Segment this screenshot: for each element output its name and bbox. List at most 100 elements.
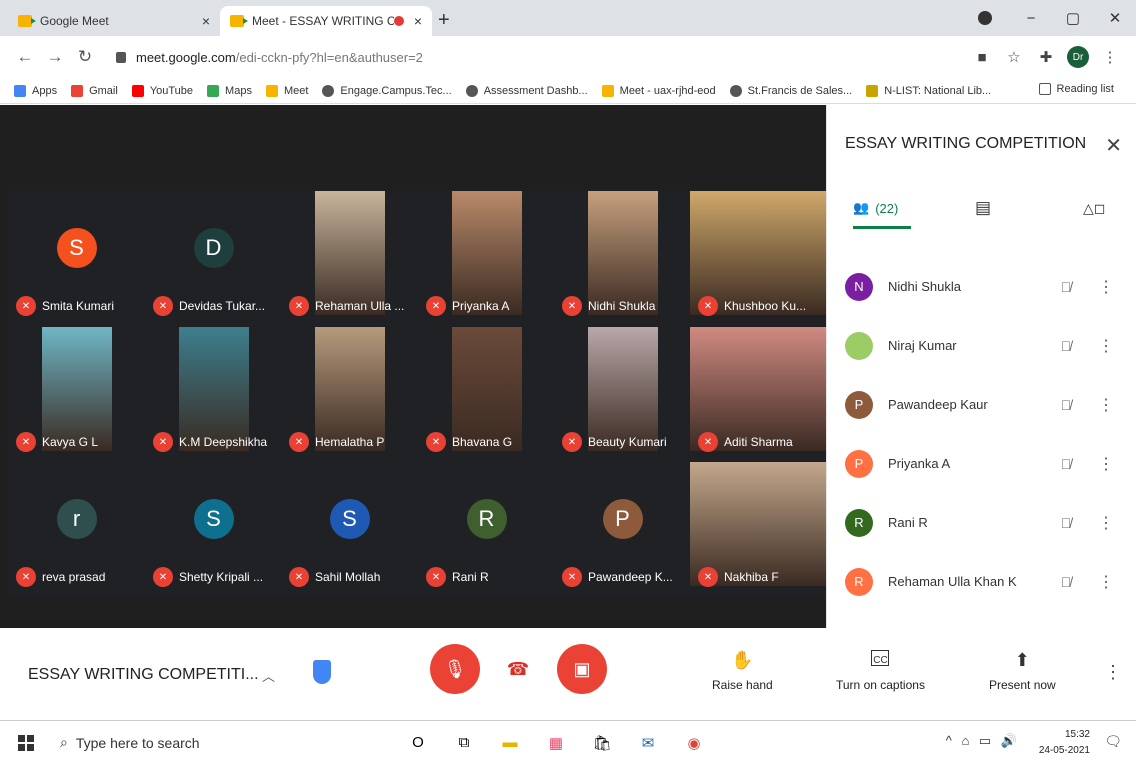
camera-permission-icon[interactable]: ■ [966, 49, 998, 66]
window-controls: − ▢ ✕ [978, 0, 1136, 36]
participant-name: Pawandeep K... [588, 570, 673, 584]
taskbar-clock[interactable]: 15:32 24-05-2021 [1039, 727, 1090, 759]
participant-avatar: P [845, 390, 873, 419]
mic-muted-icon: ✕ [16, 296, 36, 316]
raise-hand-button[interactable]: ✋ Raise hand [712, 650, 773, 692]
participant-name-label: ✕ K.M Deepshikha [153, 432, 267, 452]
bookmark-assessment[interactable]: Assessment Dashb... [465, 84, 588, 97]
participant-tile[interactable]: S ✕ Sahil Mollah [281, 462, 418, 597]
participant-more-icon[interactable]: ⋮ [1086, 513, 1126, 533]
paint-app-icon[interactable]: ▦ [538, 731, 574, 755]
participant-row[interactable]: R Rehaman Ulla Khan K 🎙̸ ⋮ [827, 552, 1136, 611]
present-now-button[interactable]: ⬆ Present now [989, 650, 1056, 692]
participant-row[interactable]: P Priyanka A 🎙̸ ⋮ [827, 434, 1136, 493]
browser-menu-icon[interactable]: ⋮ [1094, 48, 1126, 66]
captions-button[interactable]: CC Turn on captions [836, 650, 925, 692]
profile-avatar-button[interactable]: Dr [1062, 46, 1094, 68]
participant-name: reva prasad [42, 570, 106, 584]
more-options-icon[interactable]: ⋮ [1104, 662, 1122, 683]
tab-activities[interactable]: △◻ [1083, 200, 1105, 217]
participant-tile[interactable]: R ✕ Rani R [418, 462, 555, 597]
participant-row[interactable]: N Nidhi Shukla 🎙̸ ⋮ [827, 257, 1136, 316]
bookmark-star-icon[interactable]: ☆ [998, 48, 1030, 66]
participant-list[interactable]: N Nidhi Shukla 🎙̸ ⋮ Niraj Kumar 🎙̸ ⋮ P Pawandeep… [827, 223, 1136, 628]
browser-tab-google-meet[interactable]: Google Meet × [8, 6, 220, 36]
store-icon[interactable]: 🛍 [584, 731, 620, 755]
panel-close-button[interactable]: ✕ [1105, 133, 1122, 158]
url-field[interactable]: meet.google.com /edi-cckn-pfy?hl=en&auth… [108, 42, 958, 72]
browser-tab-meet-essay[interactable]: Meet - ESSAY WRITING CO × [220, 6, 432, 36]
tab-chat[interactable]: ▤ [975, 198, 991, 218]
bookmark-st-francis[interactable]: St.Francis de Sales... [729, 84, 852, 97]
camera-toggle-button[interactable]: ▣ [557, 644, 607, 694]
participant-tile[interactable]: ✕ K.M Deepshikha [145, 327, 282, 462]
participant-row[interactable]: Niraj Kumar 🎙̸ ⋮ [827, 316, 1136, 375]
participant-tile[interactable]: ✕ Kavya G L [8, 327, 145, 462]
participant-tile[interactable]: D ✕ Devidas Tukar... [145, 191, 282, 326]
participant-name-label: ✕ Khushboo Ku... [698, 296, 806, 316]
participant-tile[interactable]: ✕ Beauty Kumari [554, 327, 691, 462]
participant-tile[interactable]: S ✕ Shetty Kripali ... [145, 462, 282, 597]
back-button[interactable]: ← [10, 47, 40, 67]
participant-more-icon[interactable]: ⋮ [1086, 395, 1126, 415]
new-tab-button[interactable]: + [438, 9, 450, 32]
participant-avatar: N [845, 272, 873, 301]
cortana-icon[interactable]: O [400, 731, 436, 755]
reading-list-button[interactable]: Reading list [1038, 83, 1114, 95]
participant-tile[interactable]: S ✕ Smita Kumari [8, 191, 145, 326]
mail-icon[interactable]: ✉ [630, 731, 666, 755]
close-window-button[interactable]: ✕ [1094, 9, 1136, 27]
bookmark-maps[interactable]: Maps [207, 84, 252, 97]
participant-avatar: D [193, 227, 234, 268]
chrome-icon[interactable]: ◉ [676, 731, 712, 755]
windows-start-icon[interactable] [18, 734, 34, 751]
participant-avatar: R [845, 508, 873, 537]
mic-muted-icon: ✕ [698, 567, 718, 587]
notifications-icon[interactable]: 🗨 [1104, 733, 1122, 750]
participant-tile[interactable]: ✕ Bhavana G [418, 327, 555, 462]
participant-tile[interactable]: ✕ Rehaman Ulla ... [281, 191, 418, 326]
participant-tile[interactable]: ✕ Hemalatha P [281, 327, 418, 462]
taskbar-search[interactable]: ⌕ Type here to search [60, 734, 360, 751]
meet-favicon-icon [230, 15, 248, 27]
participant-tile[interactable]: ✕ Nidhi Shukla [554, 191, 691, 326]
restore-button[interactable]: ▢ [1052, 9, 1094, 27]
minimize-button[interactable]: − [1010, 10, 1052, 27]
bookmark-apps[interactable]: Apps [14, 84, 57, 97]
participant-more-icon[interactable]: ⋮ [1086, 336, 1126, 356]
mic-toggle-button[interactable]: 🎙 [430, 644, 480, 694]
reload-button[interactable]: ↻ [70, 47, 100, 67]
leave-call-button[interactable]: ☎ [505, 656, 531, 682]
file-explorer-icon[interactable]: ▬ [492, 731, 528, 755]
system-tray-icons[interactable]: ^ ⌂ ▭ 🔊 [946, 733, 1020, 749]
participant-more-icon[interactable]: ⋮ [1086, 454, 1126, 474]
bookmark-gmail[interactable]: Gmail [71, 84, 118, 97]
participant-tile[interactable]: P ✕ Pawandeep K... [554, 462, 691, 597]
tab-close-icon[interactable]: × [202, 13, 210, 29]
bookmark-youtube[interactable]: YouTube [131, 84, 193, 97]
tab-close-icon[interactable]: × [414, 13, 422, 29]
participant-tile[interactable]: ✕ Aditi Sharma [690, 327, 827, 462]
participant-tile[interactable]: ✕ Khushboo Ku... [690, 191, 827, 326]
participant-avatar: S [193, 498, 234, 539]
bookmark-engage-campus[interactable]: Engage.Campus.Tec... [322, 84, 452, 97]
forward-button[interactable]: → [40, 47, 70, 67]
bookmark-meet-room[interactable]: Meet - uax-rjhd-eod [601, 84, 716, 97]
bookmark-meet[interactable]: Meet [265, 84, 308, 97]
meeting-details-chevron-up-icon[interactable]: ︿ [262, 666, 275, 685]
bookmark-n-list[interactable]: N-LIST: National Lib... [866, 84, 991, 97]
host-controls-shield-icon[interactable] [313, 660, 331, 684]
extensions-puzzle-icon[interactable]: ✚ [1030, 48, 1062, 66]
youtube-icon [131, 84, 144, 97]
participant-tile[interactable]: ✕ Nakhiba F [690, 462, 827, 597]
participant-tile[interactable]: r ✕ reva prasad [8, 462, 145, 597]
profile-dot-icon[interactable] [978, 11, 992, 25]
participant-row[interactable]: P Pawandeep Kaur 🎙̸ ⋮ [827, 375, 1136, 434]
participant-tile[interactable]: ✕ Priyanka A [418, 191, 555, 326]
participant-name: Shetty Kripali ... [179, 570, 264, 584]
participant-row[interactable]: R Rani R 🎙̸ ⋮ [827, 493, 1136, 552]
participant-more-icon[interactable]: ⋮ [1086, 277, 1126, 297]
task-view-icon[interactable]: ⧉ [446, 731, 482, 755]
participant-more-icon[interactable]: ⋮ [1086, 572, 1126, 592]
tab-people[interactable]: 👥 (22) [853, 200, 911, 229]
